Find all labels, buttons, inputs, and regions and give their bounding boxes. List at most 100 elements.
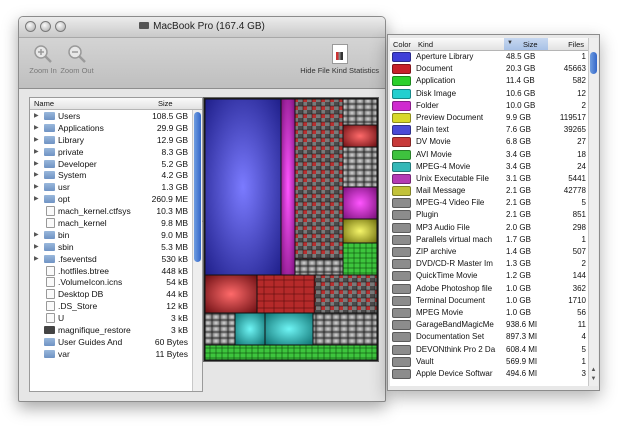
kind-file-count: 3: [581, 368, 586, 378]
color-column-header[interactable]: Color: [393, 40, 411, 49]
tree-row[interactable]: ▶ .fseventsd 530 kB: [30, 253, 202, 265]
tree-row[interactable]: .VolumeIcon.icns 54 kB: [30, 276, 202, 288]
kind-row[interactable]: DEVONthink Pro 2 Da 608.4 MI 5: [390, 344, 588, 356]
zoom-out-button[interactable]: Zoom Out: [55, 44, 99, 75]
kind-row[interactable]: DVD/CD-R Master Im 1.3 GB 2: [390, 258, 588, 270]
tree-row[interactable]: .hotfiles.btree 448 kB: [30, 265, 202, 277]
disclosure-triangle-icon[interactable]: ▶: [34, 122, 39, 134]
zoom-out-label: Zoom Out: [60, 66, 94, 75]
disclosure-triangle-icon[interactable]: ▶: [34, 193, 39, 205]
tree-row[interactable]: magnifique_restore 3 kB: [30, 324, 202, 336]
scroll-up-arrow[interactable]: ▲: [590, 367, 597, 374]
window-title: MacBook Pro (167.4 GB): [19, 21, 385, 32]
kind-row[interactable]: Plugin 2.1 GB 851: [390, 209, 588, 221]
tree-scroll-thumb[interactable]: [194, 112, 201, 262]
kind-row[interactable]: ZIP archive 1.4 GB 507: [390, 246, 588, 258]
kind-row[interactable]: Application 11.4 GB 582: [390, 75, 588, 87]
kind-row[interactable]: Adobe Photoshop file 1.0 GB 362: [390, 283, 588, 295]
kind-row[interactable]: Apple Device Softwar 494.6 MI 3: [390, 368, 588, 380]
kind-name: AVI Movie: [416, 149, 452, 159]
kind-row[interactable]: QuickTime Movie 1.2 GB 144: [390, 270, 588, 282]
treemap-block-folder[interactable]: [280, 98, 296, 276]
treemap-block-disk-image[interactable]: [234, 312, 266, 346]
kind-row[interactable]: Folder 10.0 GB 2: [390, 100, 588, 112]
kind-row[interactable]: Document 20.3 GB 45663: [390, 63, 588, 75]
disclosure-triangle-icon[interactable]: ▶: [34, 229, 39, 241]
tree-row-size: 12.9 GB: [156, 134, 188, 145]
kind-size: 1.0 GB: [506, 307, 531, 317]
tree-scrollbar[interactable]: [192, 110, 202, 391]
file-kind-statistics-window: Color Kind ▼ Size Files Aperture Library…: [387, 34, 600, 391]
kind-row[interactable]: Aperture Library 48.5 GB 1: [390, 51, 588, 63]
tree-row[interactable]: ▶ Developer 5.2 GB: [30, 158, 202, 170]
tree-row[interactable]: ▶ Applications 29.9 GB: [30, 122, 202, 134]
disclosure-triangle-icon[interactable]: ▶: [34, 158, 39, 170]
treemap-view[interactable]: [203, 97, 379, 362]
color-swatch: [392, 271, 411, 282]
kind-row[interactable]: MPEG-4 Movie 3.4 GB 24: [390, 161, 588, 173]
kind-row[interactable]: Mail Message 2.1 GB 42778: [390, 185, 588, 197]
disclosure-triangle-icon[interactable]: ▶: [34, 241, 39, 253]
tree-row[interactable]: ▶ private 8.3 GB: [30, 146, 202, 158]
tree-row[interactable]: mach_kernel.ctfsys 10.3 MB: [30, 205, 202, 217]
hide-stats-button[interactable]: Hide File Kind Statistics: [300, 44, 379, 75]
size-column-header[interactable]: Size: [158, 99, 173, 108]
kind-row[interactable]: Disk Image 10.6 GB 12: [390, 88, 588, 100]
tree-row-size: 12 kB: [166, 301, 188, 312]
treemap-block-library[interactable]: [294, 98, 344, 260]
kind-name: DEVONthink Pro 2 Da: [416, 344, 496, 354]
name-column-header[interactable]: Name: [34, 99, 54, 108]
kind-row[interactable]: MPEG-4 Video File 2.1 GB 5: [390, 197, 588, 209]
kind-row[interactable]: Documentation Set 897.3 MI 4: [390, 331, 588, 343]
kind-name: DVD/CD-R Master Im: [416, 259, 493, 269]
disclosure-triangle-icon[interactable]: ▶: [34, 181, 39, 193]
kind-row[interactable]: MP3 Audio File 2.0 GB 298: [390, 222, 588, 234]
scroll-down-arrow[interactable]: ▼: [590, 376, 597, 383]
tree-row[interactable]: var 11 Bytes: [30, 348, 202, 360]
kind-row[interactable]: Plain text 7.6 GB 39265: [390, 124, 588, 136]
color-swatch: [392, 149, 411, 160]
folder-icon: [44, 147, 55, 156]
size-column-header[interactable]: ▼ Size: [504, 38, 548, 50]
tree-row[interactable]: U 3 kB: [30, 312, 202, 324]
kind-row[interactable]: Unix Executable File 3.1 GB 5441: [390, 173, 588, 185]
treemap-block-application[interactable]: [204, 344, 378, 361]
disclosure-triangle-icon[interactable]: ▶: [34, 253, 39, 265]
kind-row[interactable]: MPEG Movie 1.0 GB 56: [390, 307, 588, 319]
kind-name: Document: [416, 64, 453, 74]
tree-row[interactable]: ▶ System 4.2 GB: [30, 169, 202, 181]
tree-row[interactable]: ▶ usr 1.3 GB: [30, 181, 202, 193]
kind-size: 3.1 GB: [506, 173, 531, 183]
kind-column-header[interactable]: Kind: [418, 40, 433, 49]
kind-row[interactable]: Terminal Document 1.0 GB 1710: [390, 295, 588, 307]
kind-row[interactable]: DV Movie 6.8 GB 27: [390, 136, 588, 148]
disclosure-triangle-icon[interactable]: ▶: [34, 146, 39, 158]
treemap-block-document[interactable]: [204, 274, 258, 314]
disclosure-triangle-icon[interactable]: ▶: [34, 110, 39, 122]
tree-row[interactable]: .DS_Store 12 kB: [30, 300, 202, 312]
tree-row[interactable]: ▶ Users 108.5 GB: [30, 110, 202, 122]
tree-row-size: 44 kB: [166, 289, 188, 300]
kind-row[interactable]: GarageBandMagicMe 938.6 MI 11: [390, 319, 588, 331]
kind-row[interactable]: Preview Document 9.9 GB 119517: [390, 112, 588, 124]
tree-row[interactable]: mach_kernel 9.8 MB: [30, 217, 202, 229]
tree-row[interactable]: ▶ bin 9.0 MB: [30, 229, 202, 241]
files-column-header[interactable]: Files: [568, 40, 584, 49]
kind-row[interactable]: AVI Movie 3.4 GB 18: [390, 149, 588, 161]
title-bar: MacBook Pro (167.4 GB): [19, 17, 385, 38]
kinds-scrollbar[interactable]: ▲ ▼: [588, 38, 598, 386]
disclosure-triangle-icon[interactable]: ▶: [34, 134, 39, 146]
treemap-block-aperture[interactable]: [204, 98, 282, 276]
tree-row[interactable]: ▶ Library 12.9 GB: [30, 134, 202, 146]
tree-row[interactable]: Desktop DB 44 kB: [30, 288, 202, 300]
kind-name: Apple Device Softwar: [416, 368, 493, 378]
kind-size: 608.4 MI: [506, 344, 538, 354]
kind-row[interactable]: Vault 569.9 MI 1: [390, 356, 588, 368]
tree-row[interactable]: ▶ sbin 5.3 MB: [30, 241, 202, 253]
kinds-scroll-thumb[interactable]: [590, 52, 597, 74]
tree-row[interactable]: ▶ opt 260.9 ME: [30, 193, 202, 205]
main-window: MacBook Pro (167.4 GB) Zoom In Zoom Out …: [18, 16, 386, 402]
tree-row[interactable]: User Guides And 60 Bytes: [30, 336, 202, 348]
kind-row[interactable]: Parallels virtual mach 1.7 GB 1: [390, 234, 588, 246]
disclosure-triangle-icon[interactable]: ▶: [34, 169, 39, 181]
